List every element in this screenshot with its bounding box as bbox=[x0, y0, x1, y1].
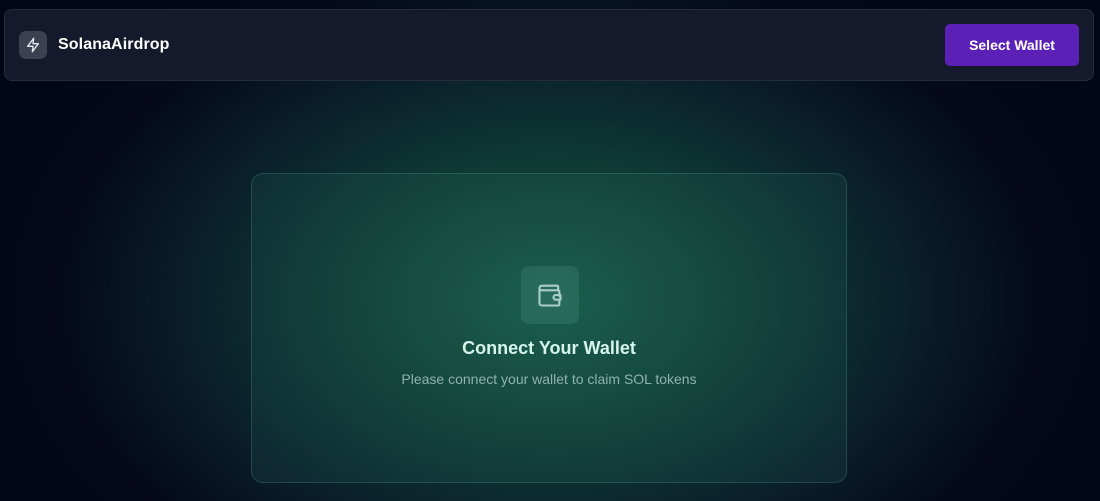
card-subtitle: Please connect your wallet to claim SOL … bbox=[401, 371, 697, 387]
lightning-icon bbox=[19, 31, 47, 59]
card-title: Connect Your Wallet bbox=[462, 338, 636, 358]
wallet-icon bbox=[521, 266, 579, 324]
brand[interactable]: SolanaAirdrop bbox=[19, 31, 170, 59]
top-navbar: SolanaAirdrop Select Wallet bbox=[4, 9, 1094, 81]
connect-wallet-card: Connect Your Wallet Please connect your … bbox=[251, 173, 847, 483]
brand-name: SolanaAirdrop bbox=[58, 36, 170, 53]
select-wallet-button[interactable]: Select Wallet bbox=[945, 24, 1079, 66]
